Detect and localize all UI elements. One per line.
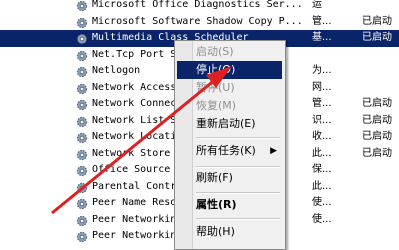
annotation-arrow-icon [51,66,232,215]
arrow-shaft [51,77,217,215]
